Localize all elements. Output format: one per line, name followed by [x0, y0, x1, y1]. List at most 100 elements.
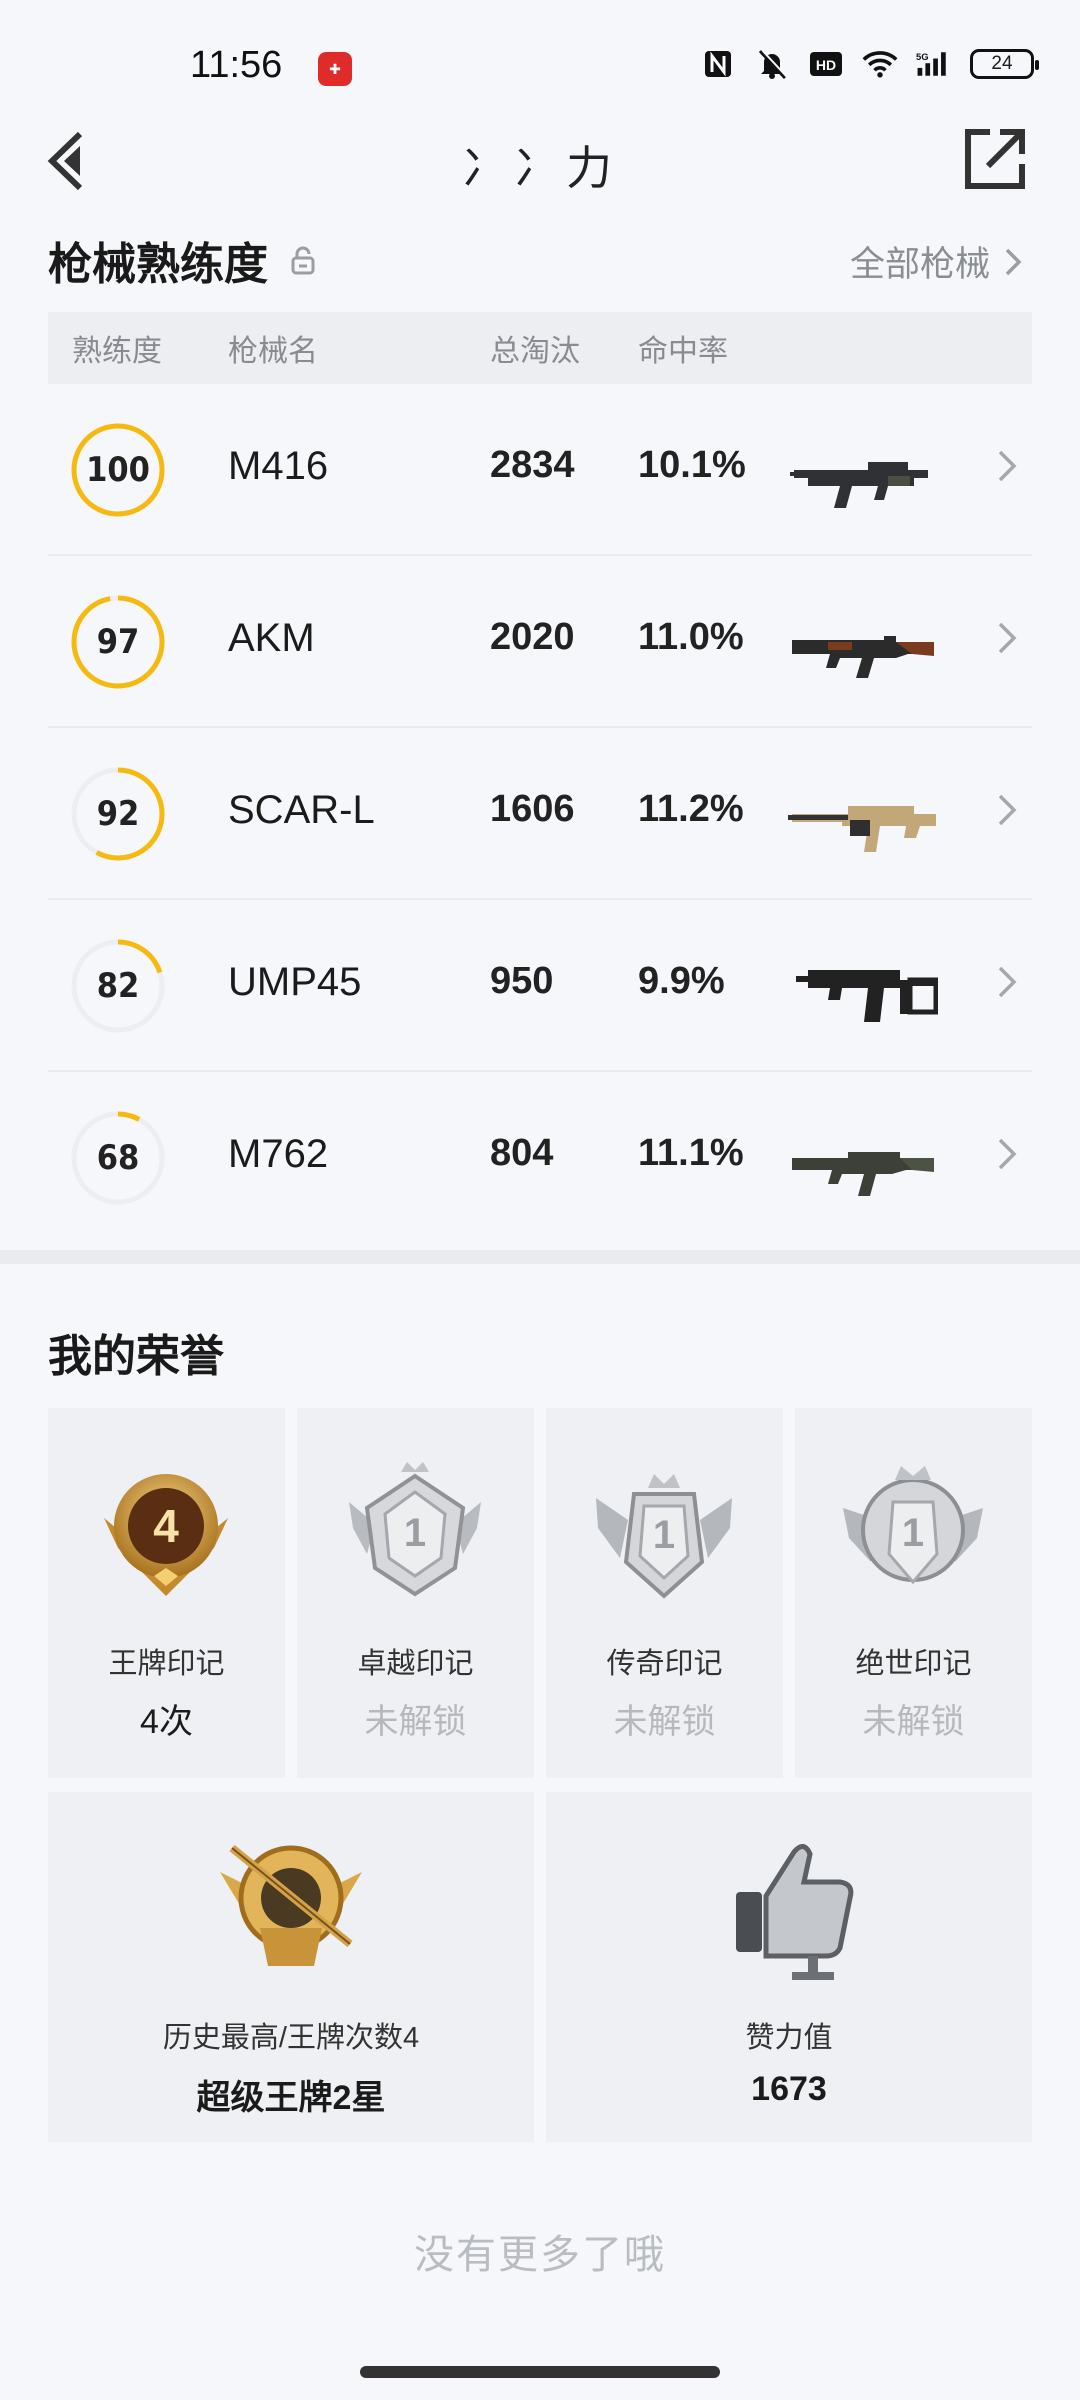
- weapon-name: SCAR-L: [228, 788, 375, 832]
- weapon-row[interactable]: 68 M762 804 11.1%: [48, 1072, 1032, 1242]
- table-body: 100 M416 2834 10.1% 97 AKM 2020 11.0% 92…: [48, 384, 1032, 1242]
- legend-badge-number: 1: [653, 1513, 675, 1557]
- status-time: 11:56: [190, 44, 283, 86]
- weapon-hit-rate: 11.0%: [638, 616, 744, 658]
- proficiency-level: 92: [96, 794, 140, 834]
- weapon-name: M762: [228, 1132, 329, 1176]
- all-weapons-label: 全部枪械: [849, 245, 990, 284]
- weapon-hit-rate: 10.1%: [638, 444, 746, 486]
- honors-header: 我的荣誉: [48, 1320, 1032, 1384]
- honor-value: 未解锁: [364, 1703, 467, 1741]
- honor-label: 王牌印记: [108, 1648, 225, 1680]
- section-divider: [0, 1250, 1080, 1264]
- honor-label: 卓越印记: [357, 1648, 474, 1680]
- header-kills: 总淘汰: [490, 335, 580, 368]
- proficiency-title: 枪械熟练度: [48, 240, 268, 289]
- proficiency-ring: 68: [70, 1110, 166, 1206]
- svg-text:5G: 5G: [916, 51, 929, 62]
- honor-stats-grid: 历史最高/王牌次数4 超级王牌2星 赞力值 1673: [48, 1792, 1032, 2142]
- highest-rank-card[interactable]: 历史最高/王牌次数4 超级王牌2星: [48, 1792, 534, 2142]
- scar-rifle-icon: [788, 806, 936, 852]
- honor-value: 4次: [140, 1703, 193, 1741]
- status-bar: 11:56 ✚ HD 5G 24: [0, 0, 1080, 130]
- proficiency-ring: 100: [70, 422, 166, 518]
- proficiency-level: 97: [96, 622, 140, 662]
- header-name: 枪械名: [228, 335, 318, 368]
- weapon-kills: 950: [490, 960, 554, 1002]
- weapon-row[interactable]: 100 M416 2834 10.1%: [48, 384, 1032, 556]
- proficiency-level: 100: [86, 450, 150, 490]
- weapon-row[interactable]: 97 AKM 2020 11.0%: [48, 556, 1032, 728]
- weapon-kills: 804: [490, 1132, 554, 1174]
- hd-icon: HD: [808, 46, 844, 82]
- weapon-hit-rate: 9.9%: [638, 960, 725, 1002]
- ump45-smg-icon: [796, 970, 938, 1022]
- weapon-name: UMP45: [228, 960, 362, 1004]
- 5g-signal-icon: 5G: [916, 46, 952, 82]
- share-button[interactable]: [960, 124, 1030, 194]
- proficiency-ring: 97: [70, 594, 166, 690]
- weapon-name: M416: [228, 444, 329, 488]
- chevron-right-icon: [998, 622, 1017, 654]
- honor-card-peerless[interactable]: 1 绝世印记 未解锁: [795, 1408, 1032, 1778]
- chevron-right-icon: [998, 966, 1017, 998]
- likes-card[interactable]: 赞力值 1673: [546, 1792, 1032, 2142]
- svg-text:HD: HD: [816, 57, 836, 73]
- nfc-icon: [700, 46, 736, 82]
- table-header: 熟练度 枪械名 总淘汰 命中率: [48, 312, 1032, 384]
- honor-card-excellence[interactable]: 1 卓越印记 未解锁: [297, 1408, 534, 1778]
- weapon-hit-rate: 11.2%: [638, 788, 744, 830]
- honor-marks-grid: 4 王牌印记 4次 1 卓越印记 未解锁 1 传奇印记 未解锁 1 绝世印记 未…: [48, 1408, 1032, 1778]
- lock-icon[interactable]: [290, 245, 316, 275]
- battery-icon: 24: [970, 49, 1039, 79]
- home-indicator[interactable]: [360, 2366, 720, 2378]
- weapon-proficiency-table: 熟练度 枪械名 总淘汰 命中率 100 M416 2834 10.1% 97 A…: [48, 312, 1032, 1242]
- proficiency-header: 枪械熟练度 全部枪械: [48, 228, 1032, 292]
- status-icons: HD 5G 24: [700, 46, 1039, 82]
- honor-label: 绝世印记: [855, 1648, 972, 1680]
- chevron-right-icon: [998, 450, 1017, 482]
- weapon-row[interactable]: 82 UMP45 950 9.9%: [48, 900, 1032, 1072]
- honor-label: 传奇印记: [606, 1648, 723, 1680]
- all-weapons-link[interactable]: 全部枪械: [850, 236, 1022, 287]
- weapon-kills: 2020: [490, 616, 575, 658]
- peerless-badge-number: 1: [902, 1511, 924, 1555]
- honor-card-legend[interactable]: 1 传奇印记 未解锁: [546, 1408, 783, 1778]
- chevron-right-icon: [998, 1138, 1017, 1170]
- app-notification-icon: ✚: [318, 52, 352, 86]
- honor-card-ace[interactable]: 4 王牌印记 4次: [48, 1408, 285, 1778]
- page-title: 冫冫力: [462, 142, 618, 194]
- chevron-right-icon: [1005, 248, 1022, 275]
- legend-mark-badge-icon: 1: [596, 1474, 732, 1599]
- weapon-hit-rate: 11.1%: [638, 1132, 744, 1174]
- share-icon: [965, 129, 1025, 189]
- honors-section: 4 王牌印记 4次 1 卓越印记 未解锁 1 传奇印记 未解锁 1 绝世印记 未…: [48, 1408, 1032, 2142]
- m416-rifle-icon: [790, 462, 928, 508]
- likes-label: 赞力值: [745, 2022, 833, 2054]
- proficiency-level: 68: [96, 1138, 140, 1178]
- proficiency-level: 82: [96, 966, 140, 1006]
- mute-icon: [754, 46, 790, 82]
- wifi-icon: [862, 46, 898, 82]
- ace-mark-badge-icon: 4: [104, 1474, 228, 1596]
- no-more-text: 没有更多了哦: [414, 2233, 666, 2277]
- honor-value: 未解锁: [613, 1703, 716, 1741]
- battery-level: 24: [991, 53, 1013, 74]
- ace-badge-number: 4: [153, 1500, 179, 1552]
- honor-value: 未解锁: [862, 1703, 965, 1741]
- excellence-badge-number: 1: [404, 1511, 426, 1555]
- super-ace-rank-badge-icon: [220, 1844, 362, 1966]
- header-level: 熟练度: [72, 335, 162, 368]
- weapon-kills: 2834: [490, 444, 575, 486]
- highest-rank-label: 历史最高/王牌次数4: [162, 2022, 420, 2054]
- honors-title: 我的荣誉: [48, 1332, 224, 1381]
- excellence-mark-badge-icon: 1: [349, 1462, 481, 1597]
- weapon-kills: 1606: [490, 788, 575, 830]
- akm-rifle-icon: [792, 636, 934, 678]
- weapon-row[interactable]: 92 SCAR-L 1606 11.2%: [48, 728, 1032, 900]
- proficiency-ring: 92: [70, 766, 166, 862]
- highest-rank-value: 超级王牌2星: [196, 2079, 386, 2117]
- weapon-name: AKM: [228, 616, 315, 660]
- thumbs-up-icon: [736, 1844, 854, 1980]
- header-hit-rate: 命中率: [638, 335, 728, 368]
